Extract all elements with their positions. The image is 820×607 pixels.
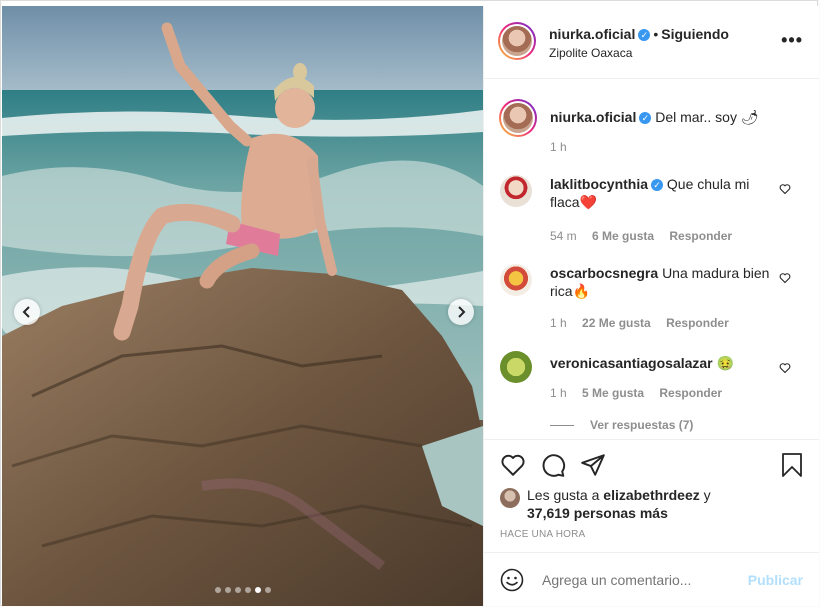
comment-time[interactable]: 54 m xyxy=(550,229,577,243)
view-replies-label: Ver respuestas (7) xyxy=(590,418,694,432)
add-comment-bar: Publicar xyxy=(484,552,819,607)
comment-username[interactable]: laklitbocynthia xyxy=(550,176,648,192)
comment-likes[interactable]: 5 Me gusta xyxy=(582,386,644,400)
reply-button[interactable]: Responder xyxy=(659,386,722,400)
comment-text: oscarbocsnegra Una madura bien rica🔥 xyxy=(550,264,770,300)
heart-icon[interactable] xyxy=(779,272,791,284)
carousel-dot xyxy=(234,587,241,593)
carousel-dot xyxy=(244,587,251,593)
likes-suffix: y xyxy=(699,487,711,503)
view-replies-button[interactable]: Ver respuestas (7) xyxy=(550,418,693,432)
header-line: niurka.oficial ✓ • Siguiendo xyxy=(549,26,729,42)
comment-likes[interactable]: 22 Me gusta xyxy=(582,316,651,330)
likes-count[interactable]: 37,619 personas más xyxy=(527,505,668,521)
comment-text: laklitbocynthia ✓ Que chula mi flaca❤️ xyxy=(550,175,770,211)
post-header: niurka.oficial ✓ • Siguiendo Zipolite Oaxac… xyxy=(484,6,819,79)
carousel-dot xyxy=(224,587,231,593)
publish-button[interactable]: Publicar xyxy=(748,572,803,588)
emoji-icon[interactable] xyxy=(500,568,524,592)
likes-prefix: Les gusta a xyxy=(527,487,604,503)
comment-meta: 1 h 22 Me gusta Responder xyxy=(550,316,741,330)
carousel-dot xyxy=(254,587,261,593)
location-link[interactable]: Zipolite Oaxaca xyxy=(549,46,632,60)
comment-time[interactable]: 1 h xyxy=(550,386,567,400)
liker-username[interactable]: elizabethrdeez xyxy=(603,487,699,503)
separator-dot: • xyxy=(653,26,659,42)
caption-time[interactable]: 1 h xyxy=(550,140,567,154)
share-icon[interactable] xyxy=(580,452,606,478)
caption-text: niurka.oficial ✓ Del mar.. soy 🌶 xyxy=(550,108,790,126)
more-icon[interactable]: ••• xyxy=(781,30,803,51)
post-photo[interactable] xyxy=(2,6,483,606)
heart-icon[interactable] xyxy=(779,183,791,195)
comment-icon[interactable] xyxy=(540,452,566,478)
verified-icon: ✓ xyxy=(638,29,651,42)
caption-username[interactable]: niurka.oficial xyxy=(550,109,636,125)
author-username[interactable]: niurka.oficial xyxy=(549,26,635,42)
commenter-avatar[interactable] xyxy=(500,264,532,296)
caption-meta: 1 h xyxy=(550,140,579,154)
carousel-next-button[interactable] xyxy=(448,299,474,325)
following-button[interactable]: Siguiendo xyxy=(661,26,729,42)
carousel-prev-button[interactable] xyxy=(14,299,40,325)
divider-line xyxy=(550,425,574,427)
reply-button[interactable]: Responder xyxy=(666,316,729,330)
carousel-dot xyxy=(264,587,271,593)
caption-body: Del mar.. soy 🌶 xyxy=(655,109,759,125)
liker-avatar[interactable] xyxy=(500,488,520,508)
comment-likes[interactable]: 6 Me gusta xyxy=(592,229,654,243)
chevron-left-icon xyxy=(22,306,30,318)
post-side-panel: niurka.oficial ✓ • Siguiendo Zipolite Oaxac… xyxy=(483,6,819,606)
carousel-dots xyxy=(2,587,483,593)
author-avatar[interactable] xyxy=(498,22,536,60)
chevron-right-icon xyxy=(458,306,466,318)
bookmark-icon[interactable] xyxy=(780,452,804,478)
verified-icon: ✓ xyxy=(651,179,664,192)
likes-text: Les gusta a elizabethrdeez y 37,619 pers… xyxy=(527,486,737,522)
comment-username[interactable]: oscarbocsnegra xyxy=(550,265,658,281)
heart-icon[interactable] xyxy=(500,452,526,478)
verified-icon: ✓ xyxy=(639,112,652,125)
carousel-dot xyxy=(214,587,221,593)
post-container: niurka.oficial ✓ • Siguiendo Zipolite Oaxac… xyxy=(0,0,819,606)
beach-photo xyxy=(2,6,483,606)
heart-icon[interactable] xyxy=(779,362,791,374)
comment-text: veronicasantiagosalazar 🤢 xyxy=(550,354,800,372)
comment-username[interactable]: veronicasantiagosalazar xyxy=(550,355,713,371)
comment-meta: 54 m 6 Me gusta Responder xyxy=(550,229,744,243)
reply-button[interactable]: Responder xyxy=(669,229,732,243)
commenter-avatar[interactable] xyxy=(500,175,532,207)
comment-body: 🤢 xyxy=(716,355,734,371)
comment-time[interactable]: 1 h xyxy=(550,316,567,330)
post-time[interactable]: HACE UNA HORA xyxy=(500,529,585,540)
action-bar xyxy=(484,439,819,488)
comment-meta: 1 h 5 Me gusta Responder xyxy=(550,386,734,400)
comments-list: niurka.oficial ✓ Del mar.. soy 🌶 1 h lakl… xyxy=(484,79,819,439)
caption-avatar[interactable] xyxy=(499,99,537,137)
commenter-avatar[interactable] xyxy=(500,351,532,383)
comment-input[interactable] xyxy=(540,571,744,589)
